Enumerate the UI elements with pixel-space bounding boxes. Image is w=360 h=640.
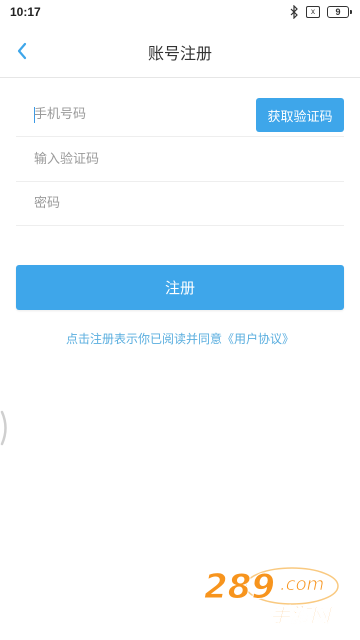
user-agreement-link[interactable]: 《用户协议》 xyxy=(222,332,294,346)
status-bar: 10:17 x 9 xyxy=(0,0,360,24)
verification-code-input[interactable] xyxy=(34,138,334,181)
register-button[interactable]: 注册 xyxy=(16,265,344,310)
status-time: 10:17 xyxy=(10,5,41,19)
edge-swipe-handle[interactable] xyxy=(0,410,10,446)
page-title: 账号注册 xyxy=(147,44,212,63)
get-code-button[interactable]: 获取验证码 xyxy=(256,98,344,132)
battery-icon: 9 xyxy=(327,6,352,18)
password-row xyxy=(16,182,344,226)
code-row xyxy=(16,138,344,182)
phone-input[interactable] xyxy=(34,93,244,136)
agreement-text: 点击注册表示你已阅读并同意 xyxy=(65,332,222,346)
status-icons: x 9 xyxy=(289,5,352,19)
svg-text:.com: .com xyxy=(280,574,324,595)
agreement-notice: 点击注册表示你已阅读并同意《用户协议》 xyxy=(0,330,360,347)
watermark-logo: 289 .com 手游网 xyxy=(204,567,339,627)
title-bar: 账号注册 xyxy=(0,24,360,78)
password-input[interactable] xyxy=(34,182,334,225)
sim-icon: x xyxy=(306,6,320,18)
bluetooth-icon xyxy=(290,5,298,19)
svg-text:手游网: 手游网 xyxy=(270,603,333,627)
phone-row: 获取验证码 xyxy=(16,93,344,137)
register-screen: 10:17 x 9 账号注册 获取验证码 xyxy=(0,0,360,640)
svg-text:289: 289 xyxy=(204,567,275,607)
battery-level: 9 xyxy=(327,6,349,18)
